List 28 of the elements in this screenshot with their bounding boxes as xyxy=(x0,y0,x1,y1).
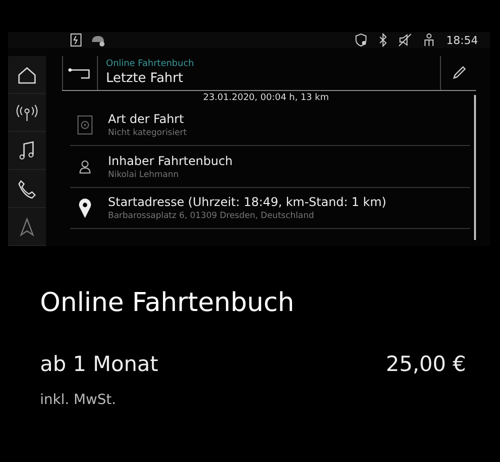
row-subtitle: Barbarossaplatz 6, 01309 Dresden, Deutschland xyxy=(108,210,315,222)
location-pin-icon xyxy=(78,198,92,218)
muted-speaker-icon xyxy=(398,33,412,47)
card-icon xyxy=(70,33,82,47)
pencil-icon xyxy=(450,65,466,81)
row-title: Startadresse (Uhrzeit: 18:49, km-Stand: 1 km) xyxy=(108,194,386,210)
trip-summary: 23.01.2020, 00:04 h, 13 km xyxy=(202,92,330,104)
status-time: 18:54 xyxy=(446,34,478,46)
row-title: Art der Fahrt xyxy=(108,110,185,126)
phone-icon xyxy=(16,178,38,200)
list-row[interactable]: Startadresse (Uhrzeit: 18:49, km-Stand: 1 km) Barbarossaplatz 6, 01309 Dresden, Deutschland xyxy=(70,188,470,229)
row-subtitle: Nikolai Lehmann xyxy=(108,168,180,180)
bluetooth-icon xyxy=(379,33,388,47)
tax-note: inkl. MwSt. xyxy=(40,392,118,408)
category-icon xyxy=(77,114,93,134)
person-icon xyxy=(423,33,436,47)
row-subtitle: Nicht kategorisiert xyxy=(108,126,187,138)
list-row[interactable]: Art der Fahrt Nicht kategorisiert xyxy=(70,104,470,146)
header-title: Letzte Fahrt xyxy=(106,70,184,87)
row-title: Inhaber Fahrtenbuch xyxy=(108,152,233,168)
person-icon xyxy=(79,160,91,174)
offer-term: ab 1 Monat xyxy=(40,351,158,378)
back-button[interactable] xyxy=(62,56,98,90)
list-row[interactable]: Inhaber Fahrtenbuch Nikolai Lehmann xyxy=(70,146,470,188)
header-subtitle: Online Fahrtenbuch xyxy=(106,59,196,70)
offer-title: Online Fahrtenbuch xyxy=(40,287,296,320)
shield-icon xyxy=(354,33,368,47)
offer-price: 25,00 € xyxy=(386,351,466,378)
